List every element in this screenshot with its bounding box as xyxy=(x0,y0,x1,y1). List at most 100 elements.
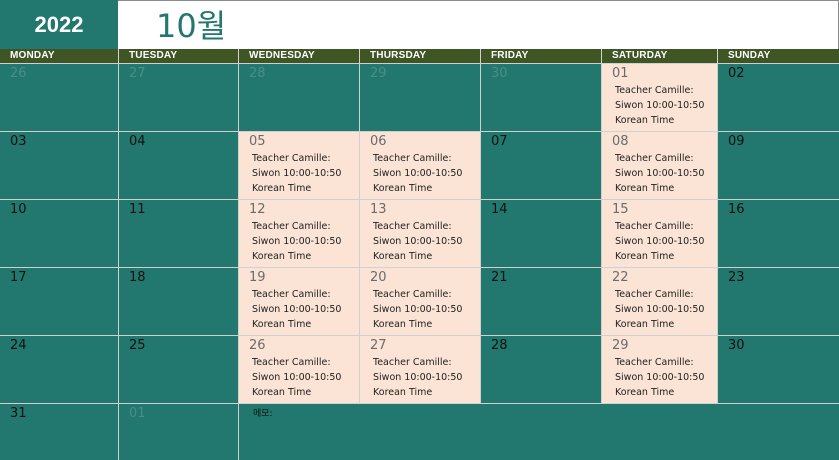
event-line3: Korean Time xyxy=(373,319,433,330)
event-text: Teacher Camille: Siwon 10:00-10:50 Korean … xyxy=(373,219,462,264)
day-cell[interactable]: 08 Teacher Camille: Siwon 10:00-10:50 Korea… xyxy=(602,132,717,199)
day-number: 17 xyxy=(10,270,27,285)
day-cell[interactable]: 26 xyxy=(0,64,118,131)
day-number: 31 xyxy=(10,406,27,421)
day-number: 16 xyxy=(728,202,745,217)
day-number: 24 xyxy=(10,338,27,353)
event-line2: Siwon 10:00-10:50 xyxy=(373,372,463,383)
day-cell[interactable]: 31 xyxy=(0,404,118,460)
day-cell[interactable]: 22 Teacher Camille: Siwon 10:00-10:50 Korea… xyxy=(602,268,717,335)
event-line2: Siwon 10:00-10:50 xyxy=(252,236,342,247)
day-cell[interactable]: 06 Teacher Camille: Siwon 10:00-10:50 Korea… xyxy=(360,132,480,199)
event-line2: Siwon 10:00-10:50 xyxy=(252,168,342,179)
day-cell[interactable]: 24 xyxy=(0,336,118,403)
day-cell[interactable]: 04 xyxy=(119,132,238,199)
day-cell[interactable]: 11 xyxy=(119,200,238,267)
day-cell[interactable]: 20 Teacher Camille: Siwon 10:00-10:50 Korea… xyxy=(360,268,480,335)
day-cell[interactable]: 07 xyxy=(481,132,601,199)
event-line2: Siwon 10:00-10:50 xyxy=(373,168,463,179)
day-cell[interactable]: 29 Teacher Camille: Siwon 10:00-10:50 Korea… xyxy=(602,336,717,403)
event-text: Teacher Camille: Siwon 10:00-10:50 Korean … xyxy=(373,151,462,196)
day-cell[interactable]: 10 xyxy=(0,200,118,267)
day-cell[interactable]: 09 xyxy=(718,132,839,199)
event-line3: Korean Time xyxy=(615,183,675,194)
day-cell[interactable]: 12 Teacher Camille: Siwon 10:00-10:50 Korea… xyxy=(239,200,359,267)
event-line2: Siwon 10:00-10:50 xyxy=(615,372,705,383)
memo-label: 메모: xyxy=(253,409,273,419)
day-number: 25 xyxy=(129,338,146,353)
day-number: 29 xyxy=(612,338,629,353)
day-cell[interactable]: 02 xyxy=(718,64,839,131)
day-number: 28 xyxy=(491,338,508,353)
day-cell[interactable]: 05 Teacher Camille: Siwon 10:00-10:50 Korea… xyxy=(239,132,359,199)
day-number: 18 xyxy=(129,270,146,285)
day-number: 05 xyxy=(249,134,266,149)
day-cell[interactable]: 03 xyxy=(0,132,118,199)
event-line2: Siwon 10:00-10:50 xyxy=(373,304,463,315)
event-line2: Siwon 10:00-10:50 xyxy=(373,236,463,247)
day-cell[interactable]: 13 Teacher Camille: Siwon 10:00-10:50 Korea… xyxy=(360,200,480,267)
event-text: Teacher Camille: Siwon 10:00-10:50 Korean … xyxy=(252,151,341,196)
day-cell[interactable]: 15 Teacher Camille: Siwon 10:00-10:50 Korea… xyxy=(602,200,717,267)
day-cell[interactable]: 27 Teacher Camille: Siwon 10:00-10:50 Korea… xyxy=(360,336,480,403)
year-box: 2022 xyxy=(0,0,118,49)
event-line3: Korean Time xyxy=(615,387,675,398)
event-text: Teacher Camille: Siwon 10:00-10:50 Korean … xyxy=(252,355,341,400)
day-cell[interactable]: 17 xyxy=(0,268,118,335)
day-cell[interactable]: 01 Teacher Camille: Siwon 10:00-10:50 Korea… xyxy=(602,64,717,131)
event-line1: Teacher Camille: xyxy=(373,357,452,368)
day-number: 20 xyxy=(370,270,387,285)
event-line2: Siwon 10:00-10:50 xyxy=(615,168,705,179)
event-line3: Korean Time xyxy=(373,251,433,262)
event-text: Teacher Camille: Siwon 10:00-10:50 Korean … xyxy=(252,287,341,332)
event-line1: Teacher Camille: xyxy=(252,289,331,300)
event-text: Teacher Camille: Siwon 10:00-10:50 Korean … xyxy=(373,355,462,400)
day-number: 19 xyxy=(249,270,266,285)
day-number: 07 xyxy=(491,134,508,149)
event-line1: Teacher Camille: xyxy=(373,153,452,164)
day-number: 09 xyxy=(728,134,745,149)
day-cell[interactable]: 23 xyxy=(718,268,839,335)
day-cell[interactable]: 19 Teacher Camille: Siwon 10:00-10:50 Korea… xyxy=(239,268,359,335)
top-border xyxy=(118,0,839,1)
weekday-header-1: TUESDAY xyxy=(119,49,238,63)
day-cell[interactable]: 01 xyxy=(119,404,238,460)
event-text: Teacher Camille: Siwon 10:00-10:50 Korean … xyxy=(252,219,341,264)
day-number: 26 xyxy=(10,66,27,81)
day-cell[interactable]: 25 xyxy=(119,336,238,403)
day-cell[interactable]: 28 xyxy=(239,64,359,131)
day-number: 06 xyxy=(370,134,387,149)
weekday-header-5: SATURDAY xyxy=(602,49,717,63)
day-cell[interactable]: 29 xyxy=(360,64,480,131)
day-number: 27 xyxy=(129,66,146,81)
event-line3: Korean Time xyxy=(615,319,675,330)
event-line3: Korean Time xyxy=(615,115,675,126)
event-line3: Korean Time xyxy=(252,387,312,398)
day-cell[interactable]: 26 Teacher Camille: Siwon 10:00-10:50 Korea… xyxy=(239,336,359,403)
day-cell[interactable]: 30 xyxy=(718,336,839,403)
event-line2: Siwon 10:00-10:50 xyxy=(615,304,705,315)
memo-area[interactable]: 메모: xyxy=(239,404,839,460)
event-text: Teacher Camille: Siwon 10:00-10:50 Korean … xyxy=(615,83,704,128)
event-text: Teacher Camille: Siwon 10:00-10:50 Korean … xyxy=(615,355,704,400)
event-line3: Korean Time xyxy=(252,251,312,262)
day-number: 13 xyxy=(370,202,387,217)
day-number: 29 xyxy=(370,66,387,81)
day-cell[interactable]: 28 xyxy=(481,336,601,403)
day-cell[interactable]: 14 xyxy=(481,200,601,267)
day-cell[interactable]: 30 xyxy=(481,64,601,131)
day-cell[interactable]: 16 xyxy=(718,200,839,267)
day-number: 27 xyxy=(370,338,387,353)
day-cell[interactable]: 21 xyxy=(481,268,601,335)
event-text: Teacher Camille: Siwon 10:00-10:50 Korean … xyxy=(615,151,704,196)
day-cell[interactable]: 27 xyxy=(119,64,238,131)
event-line1: Teacher Camille: xyxy=(615,221,694,232)
weekday-header-0: MONDAY xyxy=(0,49,118,63)
day-number: 02 xyxy=(728,66,745,81)
day-cell[interactable]: 18 xyxy=(119,268,238,335)
event-line2: Siwon 10:00-10:50 xyxy=(615,236,705,247)
day-number: 01 xyxy=(612,66,629,81)
event-line3: Korean Time xyxy=(373,183,433,194)
event-line2: Siwon 10:00-10:50 xyxy=(252,372,342,383)
day-number: 28 xyxy=(249,66,266,81)
